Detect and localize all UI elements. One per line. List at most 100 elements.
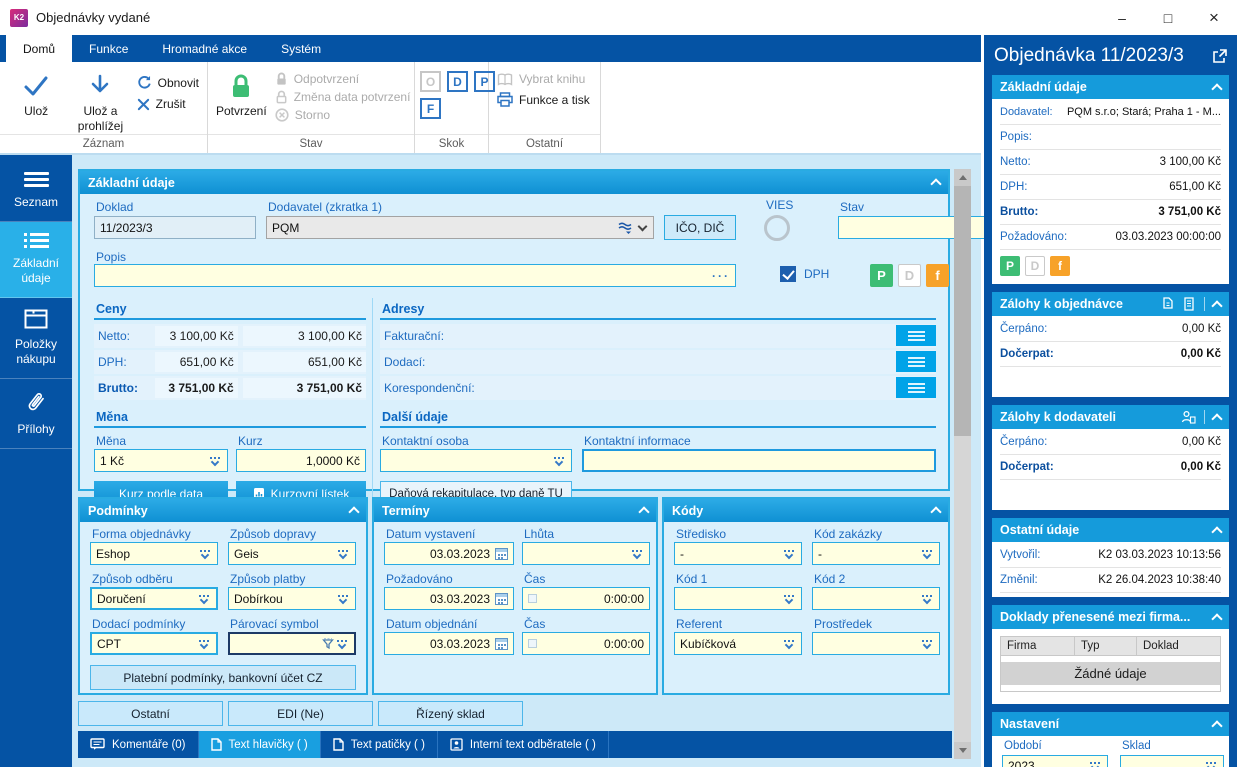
jump-d-button[interactable]: D	[447, 71, 468, 92]
tab-komentare[interactable]: Komentáře (0)	[78, 731, 199, 758]
mena-dropdown[interactable]: 1 Kč	[94, 449, 228, 472]
obdobi-dropdown[interactable]: 2023	[1002, 755, 1108, 767]
save-and-view-button[interactable]: Ulož a prohlížej	[72, 67, 128, 134]
stredisko-dropdown[interactable]: -	[674, 542, 802, 565]
column-header-doklad[interactable]: Doklad	[1137, 637, 1220, 655]
parovaci-symbol-field[interactable]	[228, 632, 356, 655]
refresh-button[interactable]: Obnovit	[137, 75, 199, 90]
dropdown-icon[interactable]	[551, 456, 566, 466]
referent-dropdown[interactable]: Kubíčková	[674, 632, 802, 655]
dropdown-icon[interactable]	[919, 549, 934, 559]
ribbon-tab-funkce[interactable]: Funkce	[72, 35, 145, 62]
storno-button[interactable]: Storno	[275, 108, 411, 122]
external-link-icon[interactable]	[1212, 48, 1227, 64]
dropdown-icon[interactable]	[781, 639, 796, 649]
dph-checkbox[interactable]	[780, 266, 796, 282]
person-document-icon[interactable]	[1181, 410, 1196, 425]
document-copy-icon[interactable]	[1160, 296, 1174, 312]
kontaktni-osoba-dropdown[interactable]	[380, 449, 572, 472]
tab-interni-text[interactable]: Interní text odběratele ( )	[438, 731, 609, 758]
zpusob-platby-dropdown[interactable]: Dobírkou	[228, 587, 356, 610]
kurz-field[interactable]: 1,0000 Kč	[236, 449, 366, 472]
unconfirm-button[interactable]: Odpotvrzení	[275, 72, 411, 86]
layers-icon[interactable]	[618, 222, 633, 234]
rizeny-sklad-button[interactable]: Řízený sklad	[378, 701, 523, 726]
sklad-dropdown[interactable]	[1120, 755, 1224, 767]
prostredek-dropdown[interactable]	[812, 632, 940, 655]
stav-dropdown[interactable]	[838, 216, 1002, 239]
calendar-icon[interactable]	[495, 637, 508, 650]
sidebar-item-polozky-nakupu[interactable]: Položky nákupu	[0, 298, 72, 379]
popis-field[interactable]: ···	[94, 264, 736, 287]
close-button[interactable]: ×	[1191, 0, 1237, 35]
functions-print-button[interactable]: Funkce a tisk	[497, 92, 590, 107]
calendar-icon[interactable]	[495, 592, 508, 605]
calendar-icon[interactable]	[495, 547, 508, 560]
column-header-typ[interactable]: Typ	[1075, 637, 1137, 655]
collapse-chevron-icon[interactable]	[348, 506, 360, 518]
forma-objednavky-dropdown[interactable]: Eshop	[90, 542, 218, 565]
collapse-chevron-icon[interactable]	[1211, 525, 1223, 538]
cancel-button[interactable]: Zrušit	[137, 97, 199, 111]
lhuta-dropdown[interactable]	[522, 542, 650, 565]
badge-f[interactable]: f	[926, 264, 949, 287]
pozadovano-field[interactable]: 03.03.2023	[384, 587, 514, 610]
dodavatel-field[interactable]: PQM	[266, 216, 654, 239]
collapse-chevron-icon[interactable]	[930, 178, 942, 190]
sidebar-item-zakladni-udaje[interactable]: Základní údaje	[0, 222, 72, 299]
minimize-button[interactable]: –	[1099, 0, 1145, 35]
zpusob-dopravy-dropdown[interactable]: Geis	[228, 542, 356, 565]
dropdown-icon[interactable]	[335, 594, 350, 604]
confirm-button[interactable]: Potvrzení	[216, 67, 267, 134]
select-book-button[interactable]: Vybrat knihu	[497, 72, 590, 86]
dropdown-icon[interactable]	[335, 549, 350, 559]
ribbon-tab-system[interactable]: Systém	[264, 35, 338, 62]
collapse-chevron-icon[interactable]	[1211, 719, 1223, 732]
dropdown-icon[interactable]	[1087, 762, 1102, 767]
scrollbar-thumb[interactable]	[954, 186, 971, 436]
badge-d[interactable]: D	[898, 264, 921, 287]
change-confirm-date-button[interactable]: Změna data potvrzení	[275, 90, 410, 104]
tab-text-paticky[interactable]: Text patičky ( )	[321, 731, 438, 758]
doklad-field[interactable]: 11/2023/3	[94, 216, 256, 239]
collapse-chevron-icon[interactable]	[930, 506, 942, 518]
datum-objednani-field[interactable]: 03.03.2023	[384, 632, 514, 655]
cas1-field[interactable]: 0:00:00	[522, 587, 650, 610]
kod1-dropdown[interactable]	[674, 587, 802, 610]
chevron-down-icon[interactable]	[637, 221, 648, 232]
scroll-up-button[interactable]	[954, 169, 971, 186]
datum-vystaveni-field[interactable]: 03.03.2023	[384, 542, 514, 565]
dropdown-icon[interactable]	[207, 456, 222, 466]
badge-p[interactable]: P	[1000, 256, 1020, 276]
address-menu-button[interactable]	[896, 377, 936, 398]
dropdown-icon[interactable]	[781, 549, 796, 559]
dropdown-icon[interactable]	[334, 639, 349, 649]
ellipsis-button[interactable]: ···	[712, 269, 730, 283]
dropdown-icon[interactable]	[196, 594, 211, 604]
ribbon-tab-hromadne-akce[interactable]: Hromadné akce	[145, 35, 264, 62]
sidebar-item-prilohy[interactable]: Přílohy	[0, 379, 72, 450]
collapse-chevron-icon[interactable]	[1211, 299, 1223, 312]
collapse-chevron-icon[interactable]	[1211, 82, 1223, 95]
dropdown-icon[interactable]	[196, 639, 211, 649]
ico-dic-button[interactable]: IČO, DIČ	[664, 215, 736, 240]
dropdown-icon[interactable]	[197, 549, 212, 559]
scroll-down-button[interactable]	[954, 742, 971, 759]
filter-icon[interactable]	[322, 637, 334, 650]
address-menu-button[interactable]	[896, 325, 936, 346]
badge-p[interactable]: P	[870, 264, 893, 287]
maximize-button[interactable]: □	[1145, 0, 1191, 35]
collapse-chevron-icon[interactable]	[1211, 412, 1223, 425]
jump-f-button[interactable]: F	[420, 98, 441, 119]
kod-zakazky-dropdown[interactable]: -	[812, 542, 940, 565]
save-button[interactable]: Ulož	[8, 67, 64, 134]
platebni-podminky-button[interactable]: Platební podmínky, bankovní účet CZ	[90, 665, 356, 690]
ostatni-button[interactable]: Ostatní	[78, 701, 223, 726]
dropdown-icon[interactable]	[1203, 762, 1218, 767]
zpusob-odberu-dropdown[interactable]: Doručení	[90, 587, 218, 610]
cas2-field[interactable]: 0:00:00	[522, 632, 650, 655]
dropdown-icon[interactable]	[629, 549, 644, 559]
collapse-chevron-icon[interactable]	[638, 506, 650, 518]
tab-text-hlavicky[interactable]: Text hlavičky ( )	[198, 731, 321, 758]
dropdown-icon[interactable]	[781, 594, 796, 604]
